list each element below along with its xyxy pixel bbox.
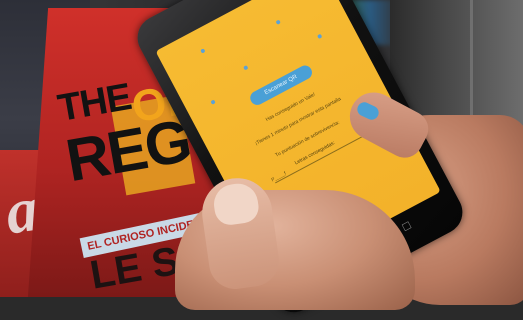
shelf-products — [250, 0, 400, 45]
